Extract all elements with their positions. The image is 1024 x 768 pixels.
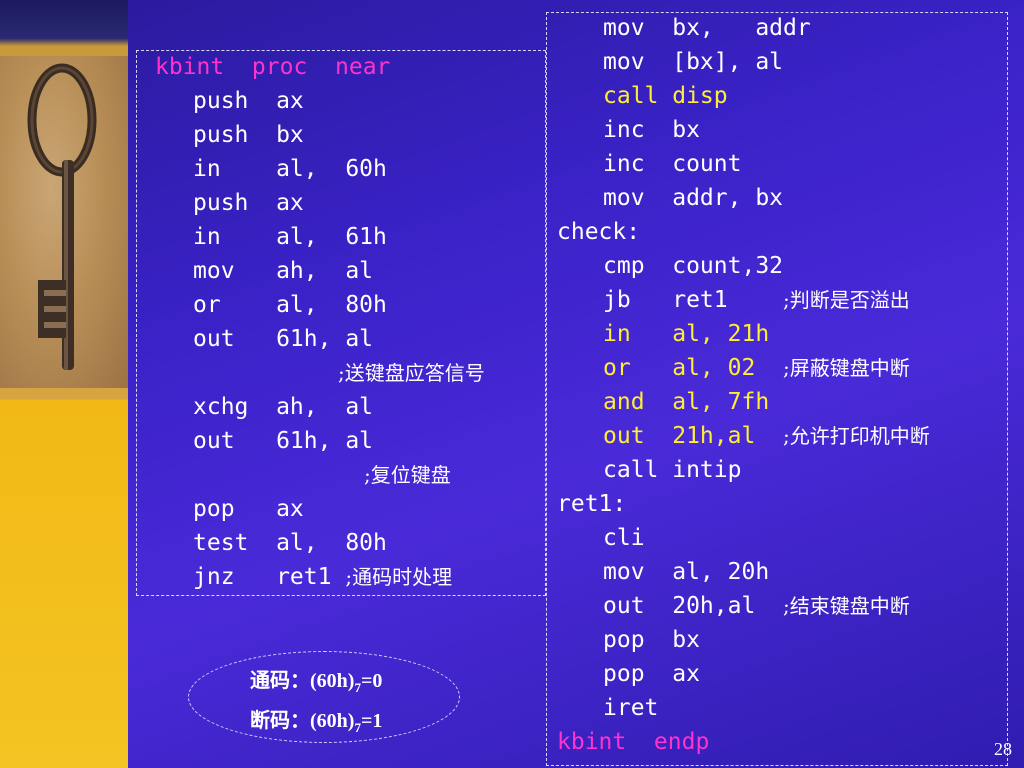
- code-line: pop bx: [603, 627, 700, 653]
- code-line: push bx: [193, 122, 304, 148]
- antique-key-image: [0, 56, 128, 388]
- code-line: call disp: [603, 83, 728, 109]
- code-line: mov [bx], al: [603, 49, 784, 75]
- code-line: out 21h,al ;允许打印机中断: [603, 423, 930, 449]
- code-line: mov bx, addr: [603, 15, 811, 41]
- code-line: jnz ret1 ;通码时处理: [193, 564, 453, 590]
- code-line: ;复位键盘: [364, 463, 451, 487]
- code-line: or al, 80h: [193, 292, 387, 318]
- code-line: in al, 61h: [193, 224, 387, 250]
- code-line: kbint proc near: [155, 54, 391, 80]
- code-line: and al, 7fh: [603, 389, 770, 415]
- code-line: xchg ah, al: [193, 394, 374, 420]
- code-line: ;送键盘应答信号: [338, 361, 485, 385]
- code-line: inc bx: [603, 117, 700, 143]
- code-line: push ax: [193, 88, 304, 114]
- code-line: test al, 80h: [193, 530, 387, 556]
- code-line: or al, 02 ;屏蔽键盘中断: [603, 355, 910, 381]
- code-line: pop ax: [603, 661, 700, 687]
- page-number: 28: [994, 739, 1012, 759]
- code-line: kbint endp: [557, 729, 710, 755]
- code-line: ret1:: [557, 491, 627, 517]
- code-line: mov al, 20h: [603, 559, 770, 585]
- make-code-note: 通码：(60h)7=0: [250, 670, 383, 695]
- code-line: out 61h, al: [193, 326, 374, 352]
- code-line: inc count: [603, 151, 742, 177]
- code-line: out 61h, al: [193, 428, 374, 454]
- code-line: push ax: [193, 190, 304, 216]
- code-line: mov ah, al: [193, 258, 374, 284]
- code-line: pop ax: [193, 496, 304, 522]
- code-line: cli: [603, 525, 645, 551]
- code-line: mov addr, bx: [603, 185, 784, 211]
- code-line: check:: [557, 219, 641, 245]
- break-code-note: 断码：(60h)7=1: [250, 710, 383, 735]
- code-line: jb ret1 ;判断是否溢出: [603, 287, 910, 313]
- code-line: call intip: [603, 457, 742, 483]
- code-line: in al, 60h: [193, 156, 387, 182]
- code-line: cmp count,32: [603, 253, 784, 279]
- code-line: out 20h,al ;结束键盘中断: [603, 593, 910, 619]
- code-line: in al, 21h: [603, 321, 770, 347]
- code-line: iret: [603, 695, 659, 721]
